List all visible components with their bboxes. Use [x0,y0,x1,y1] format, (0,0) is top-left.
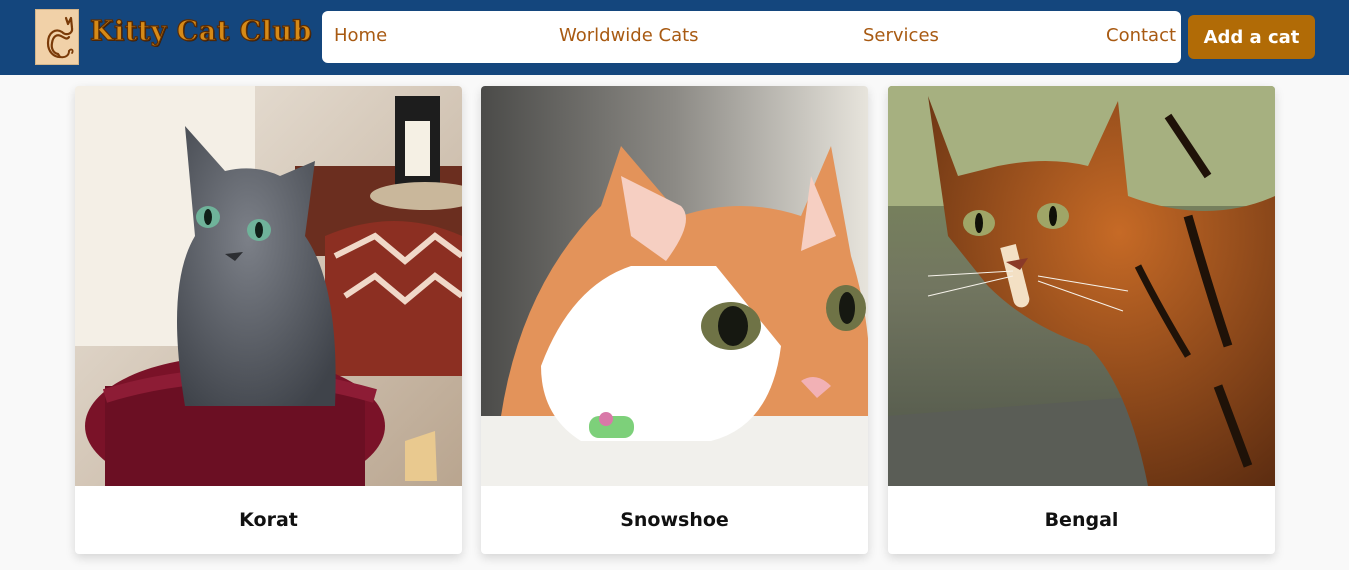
add-cat-button[interactable]: Add a cat [1188,15,1315,59]
nav-link-services[interactable]: Services [863,25,939,46]
main-nav: Home Worldwide Cats Services Contact [322,11,1181,63]
top-navbar: Kitty Cat Club Home Worldwide Cats Servi… [0,0,1349,75]
cat-photo-korat [75,86,462,486]
cat-photo-bengal [888,86,1275,486]
cat-photo-snowshoe [481,86,868,486]
site-title[interactable]: Kitty Cat Club [89,15,312,47]
cat-card-snowshoe[interactable]: Snowshoe [481,86,868,554]
cat-name-korat: Korat [239,509,298,531]
nav-link-contact[interactable]: Contact [1106,25,1176,46]
cat-card-korat[interactable]: Korat [75,86,462,554]
nav-link-worldwide-cats[interactable]: Worldwide Cats [559,25,699,46]
cat-name-snowshoe: Snowshoe [620,509,729,531]
nav-link-home[interactable]: Home [334,25,387,46]
logo[interactable] [35,9,79,65]
cat-silhouette-icon [46,16,74,59]
cat-name-bengal: Bengal [1044,509,1119,531]
cat-card-bengal[interactable]: Bengal [888,86,1275,554]
